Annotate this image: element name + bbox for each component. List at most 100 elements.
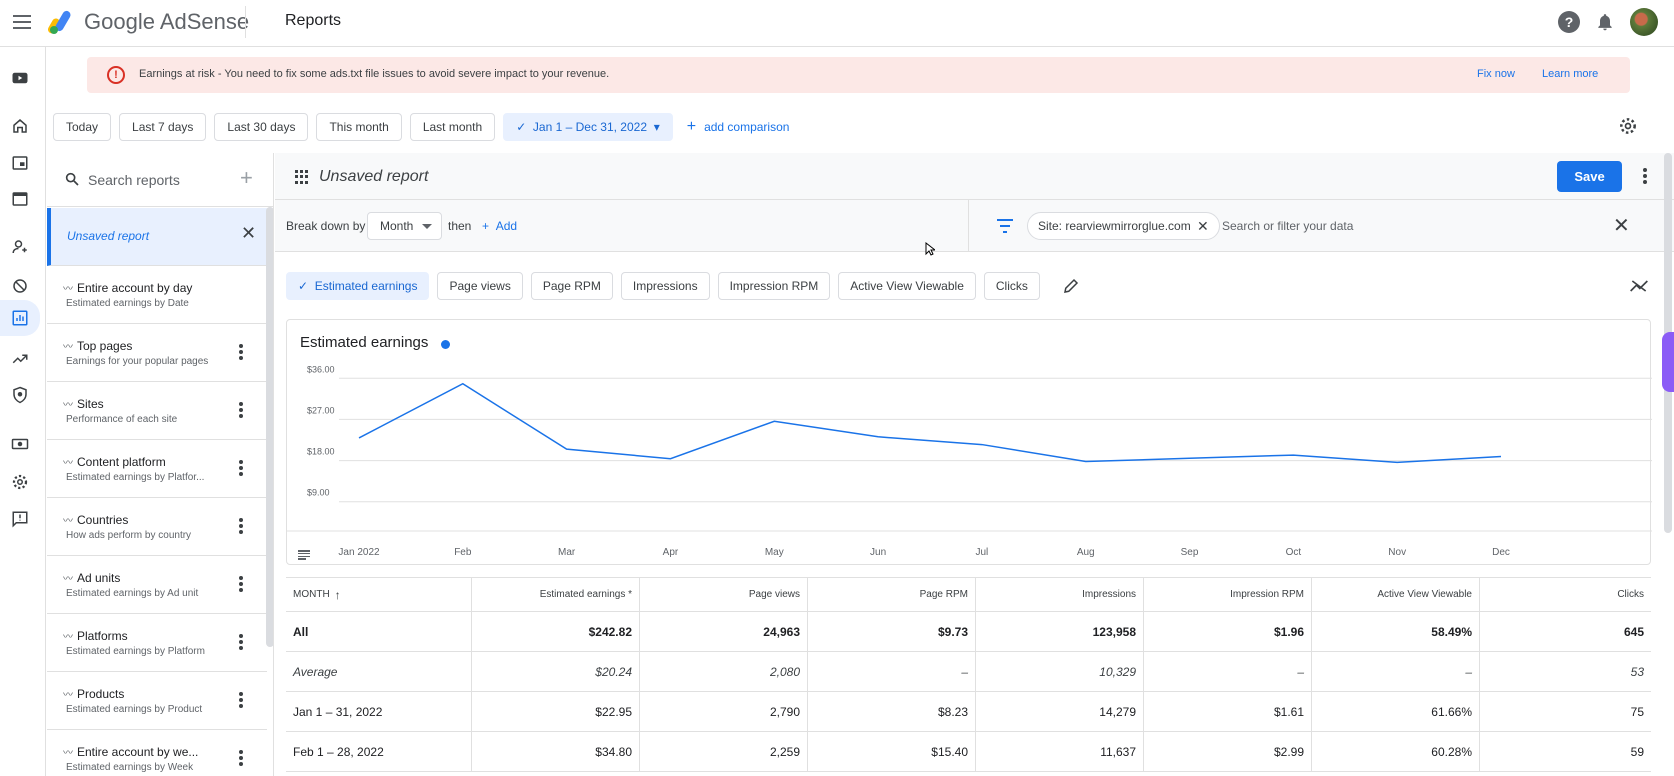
report-item-products[interactable]: 〰 Products Estimated earnings by Product — [47, 672, 267, 730]
column-header[interactable]: Page views — [640, 578, 808, 611]
side-panel-tab[interactable] — [1662, 332, 1674, 392]
clear-filters-icon[interactable]: ✕ — [1613, 213, 1630, 238]
y-tick-label: $18.00 — [307, 447, 335, 457]
column-header-month[interactable]: MONTH ↑ — [286, 578, 472, 611]
main-menu-icon[interactable] — [10, 10, 34, 34]
column-header[interactable]: Clicks — [1480, 578, 1651, 611]
report-settings-gear-icon[interactable] — [1618, 116, 1638, 136]
column-header[interactable]: Impression RPM — [1144, 578, 1312, 611]
metric-clicks[interactable]: Clicks — [983, 272, 1040, 300]
remove-filter-icon[interactable]: ✕ — [1197, 213, 1209, 239]
add-breakdown-button[interactable]: + Add — [482, 219, 517, 233]
metric-impressions[interactable]: Impressions — [620, 272, 710, 300]
home-icon[interactable] — [8, 114, 32, 138]
sites-icon[interactable] — [8, 187, 32, 211]
policy-center-icon[interactable] — [8, 383, 32, 407]
adsense-logo — [48, 10, 71, 34]
trend-icon: 〰 — [63, 284, 73, 295]
search-reports-field[interactable]: Search reports + — [47, 153, 273, 207]
help-icon[interactable]: ? — [1558, 11, 1580, 33]
report-item-top-pages[interactable]: 〰 Top pages Earnings for your popular pag… — [47, 324, 267, 382]
more-options-icon[interactable] — [239, 460, 243, 476]
metric-active-view-viewable[interactable]: Active View Viewable — [838, 272, 976, 300]
site-filter-chip[interactable]: Site: rearviewmirrorglue.com ✕ — [1027, 212, 1220, 240]
column-header[interactable]: Page RPM — [808, 578, 976, 611]
blocking-controls-icon[interactable] — [8, 274, 32, 298]
more-options-icon[interactable] — [239, 402, 243, 418]
column-header[interactable]: Impressions — [976, 578, 1144, 611]
range-last-month-button[interactable]: Last month — [409, 113, 496, 141]
more-options-icon[interactable] — [1643, 168, 1647, 184]
privacy-messaging-icon[interactable] — [8, 235, 32, 259]
fix-now-link[interactable]: Fix now — [1477, 68, 1515, 80]
ads-icon[interactable] — [8, 151, 32, 175]
apps-grid-icon[interactable] — [295, 170, 309, 184]
metric-estimated-earnings[interactable]: ✓ Estimated earnings — [286, 272, 430, 300]
table-row[interactable]: Feb 1 – 28, 2022 $34.80 2,259 $15.40 11,… — [286, 732, 1651, 772]
report-item-entire-account-by-day[interactable]: 〰 Entire account by day Estimated earning… — [47, 266, 267, 324]
metric-impression-rpm[interactable]: Impression RPM — [717, 272, 831, 300]
column-header[interactable]: Active View Viewable — [1312, 578, 1480, 611]
avatar[interactable] — [1630, 8, 1658, 36]
more-options-icon[interactable] — [239, 750, 243, 766]
x-tick-label: Aug — [1077, 547, 1095, 558]
date-range-bar: Today Last 7 days Last 30 days This mont… — [53, 113, 795, 141]
save-button[interactable]: Save — [1557, 161, 1622, 192]
add-comparison-button[interactable]: + add comparison — [681, 118, 796, 136]
filter-search-input[interactable]: Search or filter your data — [1222, 219, 1353, 233]
reports-icon[interactable] — [0, 300, 40, 336]
table-cell: – — [1144, 652, 1312, 691]
new-report-plus-icon[interactable]: + — [240, 165, 253, 191]
filter-icon[interactable] — [997, 219, 1013, 233]
learn-more-link[interactable]: Learn more — [1542, 68, 1598, 80]
feedback-icon[interactable] — [8, 507, 32, 531]
table-cell: Jan 1 – 31, 2022 — [286, 692, 472, 731]
youtube-icon[interactable] — [8, 66, 32, 90]
sidebar-scrollbar[interactable] — [266, 207, 273, 647]
chart-toggle-icon[interactable] — [1629, 277, 1649, 295]
more-options-icon[interactable] — [239, 344, 243, 360]
range-last-30-days-button[interactable]: Last 30 days — [214, 113, 309, 141]
report-item-content-platform[interactable]: 〰 Content platform Estimated earnings by … — [47, 440, 267, 498]
breakdown-dimension-select[interactable]: Month — [367, 212, 442, 240]
report-item-ad-units[interactable]: 〰 Ad units Estimated earnings by Ad unit — [47, 556, 267, 614]
more-options-icon[interactable] — [239, 518, 243, 534]
payments-icon[interactable] — [8, 432, 32, 456]
table-cell: $22.95 — [472, 692, 640, 731]
x-tick-label: Sep — [1181, 547, 1199, 558]
range-last-7-days-button[interactable]: Last 7 days — [119, 113, 207, 141]
edit-metrics-pencil-icon[interactable] — [1062, 277, 1080, 295]
optimization-icon[interactable] — [8, 347, 32, 371]
settings-icon[interactable] — [8, 470, 32, 494]
search-icon — [65, 172, 79, 186]
table-cell: Average — [286, 652, 472, 691]
report-item-sites[interactable]: 〰 Sites Performance of each site — [47, 382, 267, 440]
column-header[interactable]: Estimated earnings * — [472, 578, 640, 611]
table-cell: 75 — [1630, 704, 1644, 719]
metric-page-views[interactable]: Page views — [437, 272, 523, 300]
notifications-icon[interactable] — [1594, 11, 1616, 33]
mouse-cursor-icon — [925, 242, 935, 256]
more-options-icon[interactable] — [239, 634, 243, 650]
divider — [968, 200, 969, 252]
chart-legend-icon[interactable] — [298, 550, 310, 560]
series-line[interactable] — [358, 382, 1502, 464]
table-cell: 60.28% — [1312, 732, 1480, 771]
top-app-bar: Google AdSense Reports ? — [0, 0, 1674, 47]
then-label: then — [448, 219, 472, 233]
report-item-countries[interactable]: 〰 Countries How ads perform by country — [47, 498, 267, 556]
range-today-button[interactable]: Today — [53, 113, 112, 141]
more-options-icon[interactable] — [239, 576, 243, 592]
report-item-platforms[interactable]: 〰 Platforms Estimated earnings by Platfor… — [47, 614, 267, 672]
custom-range-dropdown[interactable]: ✓ Jan 1 – Dec 31, 2022 ▾ — [503, 113, 673, 141]
table-row[interactable]: Jan 1 – 31, 2022 $22.95 2,790 $8.23 14,2… — [286, 692, 1651, 732]
report-item-title: Products — [77, 687, 125, 701]
report-item-unsaved[interactable]: Unsaved report ✕ — [47, 208, 267, 266]
more-options-icon[interactable] — [239, 692, 243, 708]
range-this-month-button[interactable]: This month — [316, 113, 402, 141]
earnings-chart: Estimated earnings $36.00 $27.00 $18.00 $9.… — [286, 319, 1652, 565]
metric-page-rpm[interactable]: Page RPM — [530, 272, 613, 300]
table-cell: 58.49% — [1312, 612, 1480, 651]
close-report-icon[interactable]: ✕ — [241, 223, 256, 244]
report-item-entire-account-by-week[interactable]: 〰 Entire account by we... Estimated earni… — [47, 730, 267, 776]
